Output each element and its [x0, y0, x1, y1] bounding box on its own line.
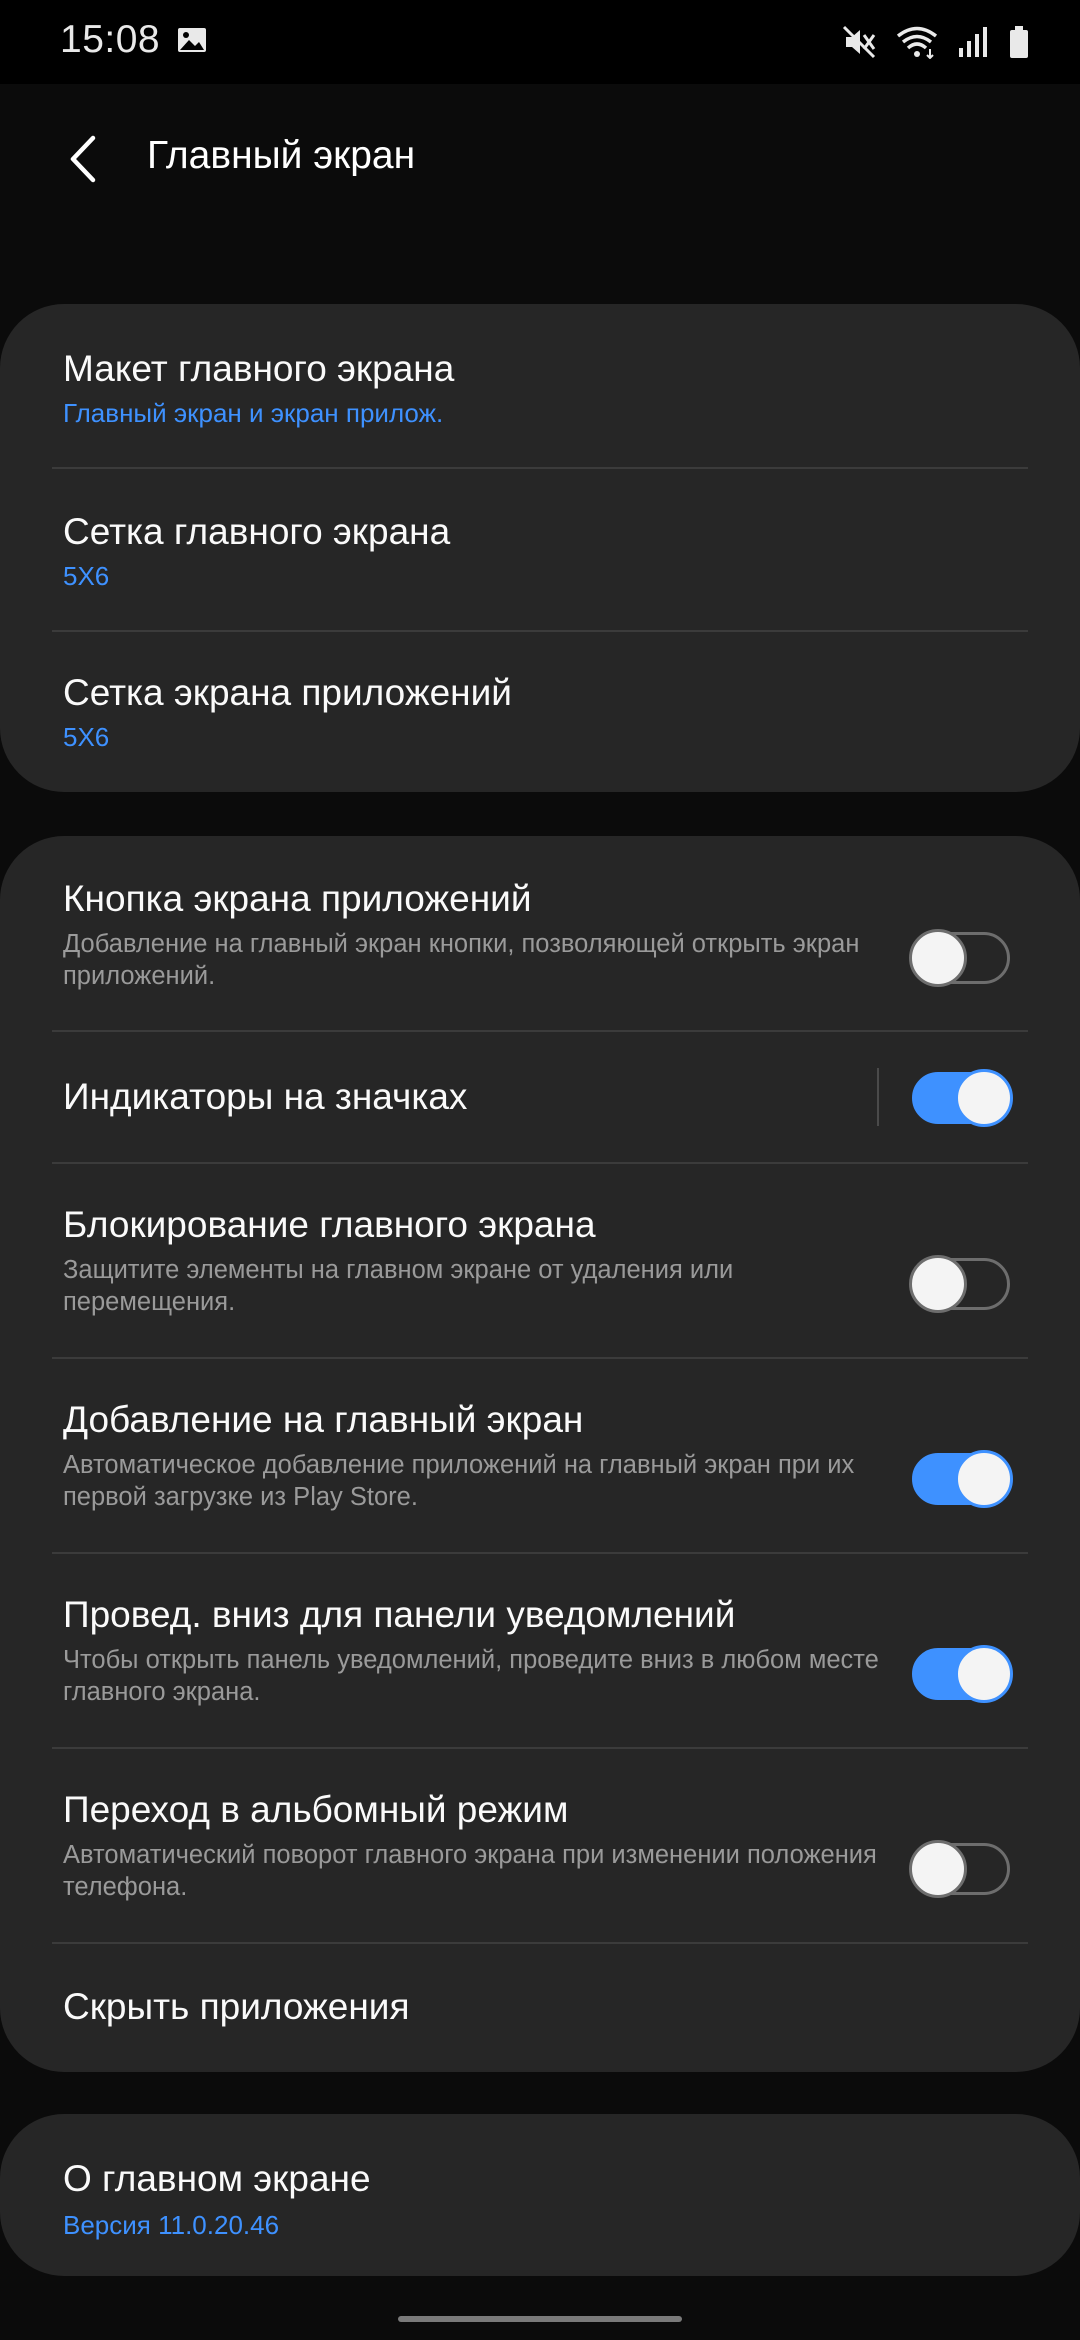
- version-text: Версия 11.0.20.46: [63, 2210, 280, 2240]
- home-screen-layout-item[interactable]: Макет главного экрана Главный экран и эк…: [0, 304, 1080, 468]
- toggle-knob: [955, 1069, 1013, 1127]
- wifi-icon: [896, 26, 938, 59]
- item-title: Блокирование главного экрана: [63, 1204, 596, 1245]
- chevron-left-icon: [70, 135, 96, 183]
- item-description: Чтобы открыть панель уведомлений, провед…: [63, 1646, 879, 1706]
- back-button[interactable]: [48, 124, 118, 194]
- item-description: Добавление на главный экран кнопки, позв…: [63, 930, 860, 990]
- status-icons: [842, 22, 1030, 62]
- page-title: Главный экран: [147, 134, 416, 177]
- home-indicator[interactable]: [398, 2316, 682, 2322]
- home-screen-grid-item[interactable]: Сетка главного экрана 5X6: [0, 469, 1080, 631]
- item-value: 5X6: [63, 561, 110, 591]
- item-title: Индикаторы на значках: [63, 1076, 468, 1117]
- toggle-knob: [955, 1645, 1013, 1703]
- apps-button-toggle[interactable]: [909, 929, 1010, 987]
- gallery-icon: [178, 28, 206, 52]
- layout-settings-card: Макет главного экрана Главный экран и эк…: [0, 304, 1080, 792]
- item-description: Автоматическое добавление приложений на …: [63, 1451, 855, 1511]
- item-title: Добавление на главный экран: [63, 1399, 584, 1440]
- battery-icon: [1010, 26, 1028, 58]
- swipe-down-notifications-item[interactable]: Провед. вниз для панели уведомлений Чтоб…: [0, 1554, 1080, 1748]
- lock-home-layout-item[interactable]: Блокирование главного экрана Защитите эл…: [0, 1164, 1080, 1358]
- swipe-down-toggle[interactable]: [912, 1645, 1013, 1703]
- toggle-knob: [909, 1840, 967, 1898]
- app-bar: Главный экран: [0, 84, 1080, 234]
- mute-icon: [842, 25, 876, 59]
- item-value: 5X6: [63, 722, 110, 752]
- icon-badges-toggle[interactable]: [912, 1069, 1013, 1127]
- toggle-knob: [909, 929, 967, 987]
- status-bar: 15:08: [0, 0, 1080, 84]
- add-to-home-item[interactable]: Добавление на главный экран Автоматическ…: [0, 1359, 1080, 1553]
- lock-home-layout-toggle[interactable]: [909, 1255, 1010, 1313]
- options-card: Кнопка экрана приложений Добавление на г…: [0, 836, 1080, 2072]
- apps-button-item[interactable]: Кнопка экрана приложений Добавление на г…: [0, 836, 1080, 1030]
- about-card[interactable]: О главном экране Версия 11.0.20.46: [0, 2114, 1080, 2276]
- vertical-separator: [877, 1068, 879, 1126]
- item-value: Главный экран и экран прилож.: [63, 398, 444, 428]
- item-title: Макет главного экрана: [63, 348, 455, 389]
- about-title: О главном экране: [63, 2158, 371, 2199]
- hide-apps-item[interactable]: Скрыть приложения: [0, 1944, 1080, 2072]
- signal-icon: [959, 27, 987, 57]
- item-description: Автоматический поворот главного экрана п…: [63, 1841, 877, 1901]
- status-time: 15:08: [60, 18, 161, 61]
- item-description: Защитите элементы на главном экране от у…: [63, 1256, 734, 1316]
- item-title: Скрыть приложения: [63, 1986, 410, 2027]
- item-title: Сетка главного экрана: [63, 511, 451, 552]
- item-title: Кнопка экрана приложений: [63, 878, 532, 919]
- item-title: Переход в альбомный режим: [63, 1789, 569, 1830]
- toggle-knob: [909, 1255, 967, 1313]
- item-title: Сетка экрана приложений: [63, 672, 512, 713]
- landscape-mode-item[interactable]: Переход в альбомный режим Автоматический…: [0, 1749, 1080, 1943]
- item-title: Провед. вниз для панели уведомлений: [63, 1594, 736, 1635]
- add-to-home-toggle[interactable]: [912, 1450, 1013, 1508]
- landscape-mode-toggle[interactable]: [909, 1840, 1010, 1898]
- toggle-knob: [955, 1450, 1013, 1508]
- icon-badges-item[interactable]: Индикаторы на значках: [0, 1032, 1080, 1162]
- apps-screen-grid-item[interactable]: Сетка экрана приложений 5X6: [0, 632, 1080, 792]
